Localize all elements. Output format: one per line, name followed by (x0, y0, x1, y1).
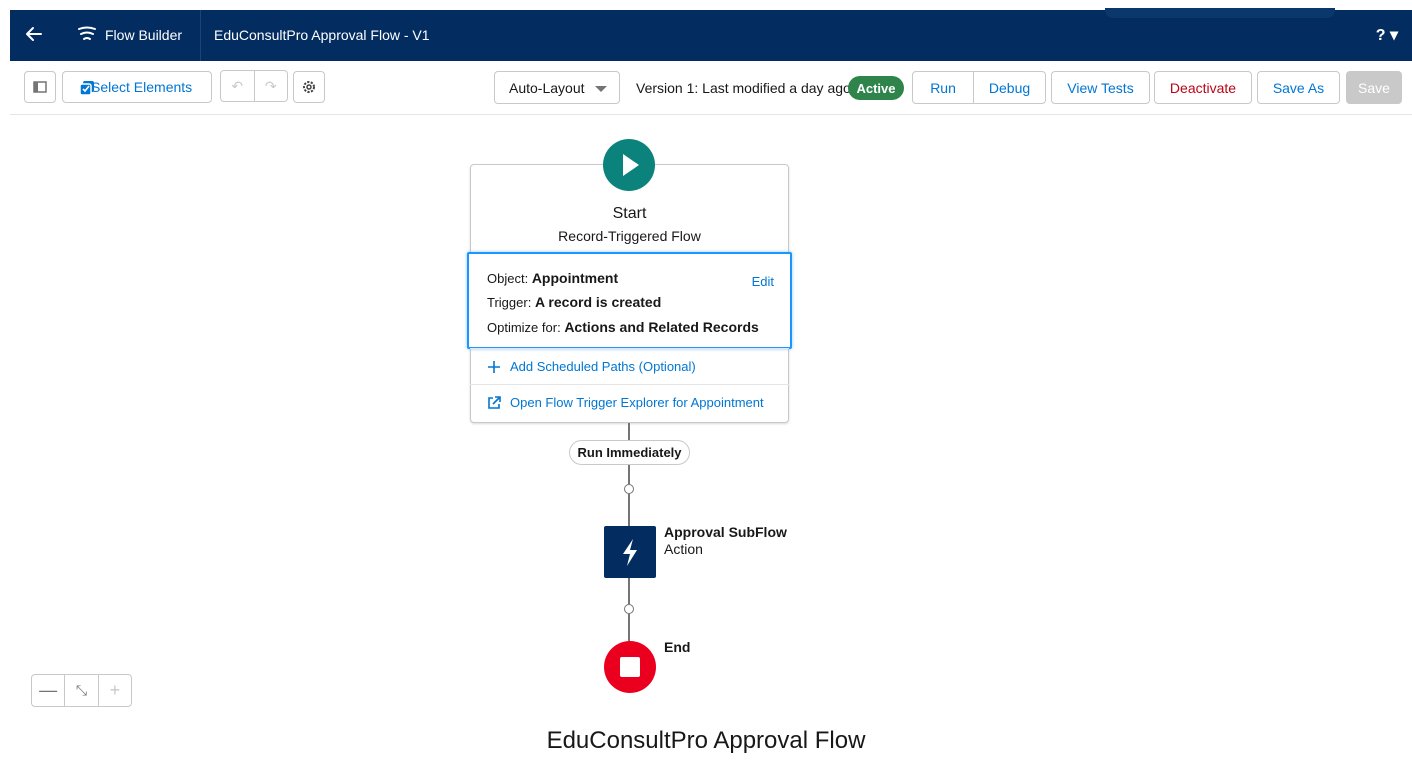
settings-button[interactable] (293, 71, 325, 103)
add-scheduled-label: Add Scheduled Paths (Optional) (510, 359, 696, 374)
external-link-icon (488, 396, 501, 409)
header-divider (200, 10, 201, 61)
toggle-panel-button[interactable] (24, 71, 56, 103)
trigger-value: A record is created (534, 294, 662, 310)
open-trigger-explorer-link[interactable]: Open Flow Trigger Explorer for Appointme… (470, 384, 789, 420)
trigger-label: Trigger: (487, 295, 532, 310)
optimize-label: Optimize for: (487, 320, 561, 335)
action-node-icon[interactable] (604, 526, 656, 578)
connector-line (628, 423, 630, 440)
help-menu-button[interactable]: ? ▾ (1376, 25, 1398, 45)
layout-select[interactable]: Auto-Layout (494, 71, 620, 104)
connector-line (628, 578, 630, 604)
app-header: Flow Builder EduConsultPro Approval Flow… (10, 8, 1412, 61)
open-explorer-label: Open Flow Trigger Explorer for Appointme… (510, 395, 764, 410)
save-button: Save (1346, 71, 1402, 104)
add-scheduled-paths-link[interactable]: Add Scheduled Paths (Optional) (470, 348, 789, 384)
zoom-out-button[interactable]: — (32, 675, 66, 706)
connector-line (628, 494, 630, 526)
end-node-title: End (664, 639, 691, 655)
search-bar[interactable] (1105, 8, 1335, 18)
redo-icon[interactable]: ↷ (255, 71, 288, 101)
version-info: Version 1: Last modified a day ago (636, 80, 851, 96)
end-node-icon (604, 641, 656, 693)
panel-icon (33, 81, 47, 93)
run-immediately-label[interactable]: Run Immediately (569, 440, 690, 465)
zoom-in-button[interactable]: + (99, 675, 131, 706)
deactivate-label: Deactivate (1169, 79, 1237, 96)
save-as-label: Save As (1272, 79, 1325, 96)
connector-line (628, 614, 630, 641)
select-icon (79, 81, 94, 96)
optimize-value: Actions and Related Records (564, 319, 759, 335)
edit-link[interactable]: Edit (752, 274, 774, 289)
connector-line (628, 465, 630, 484)
toolbar: Select Elements ↶ ↷ Auto-Layout Version … (10, 61, 1412, 115)
status-badge: Active (848, 76, 904, 100)
view-tests-button[interactable]: View Tests (1051, 71, 1150, 104)
flow-canvas[interactable]: Start Record-Triggered Flow Object: Appo… (0, 116, 1412, 716)
play-icon (623, 154, 639, 176)
start-node-title: Start (612, 205, 647, 222)
fit-view-button[interactable]: ⤡ (65, 675, 99, 706)
trigger-row: Trigger: A record is created (487, 294, 661, 310)
add-element-dot[interactable] (624, 604, 634, 614)
start-node-icon[interactable] (603, 139, 655, 191)
stop-icon (620, 657, 640, 677)
object-row: Object: Appointment (487, 270, 618, 286)
app-name: Flow Builder (105, 27, 183, 43)
save-as-button[interactable]: Save As (1257, 71, 1340, 104)
flow-icon (78, 26, 96, 40)
optimize-row: Optimize for: Actions and Related Record… (487, 319, 759, 335)
plus-icon (488, 361, 500, 373)
debug-button[interactable]: Debug (974, 72, 1045, 103)
chevron-down-icon (595, 86, 607, 92)
run-debug-group: Run Debug (912, 71, 1046, 104)
deactivate-button[interactable]: Deactivate (1154, 71, 1252, 104)
view-tests-label: View Tests (1067, 79, 1134, 96)
start-node-subtitle: Record-Triggered Flow (558, 228, 701, 244)
gear-icon (303, 81, 315, 93)
layout-select-value: Auto-Layout (509, 79, 585, 96)
action-node-title[interactable]: Approval SubFlow (664, 524, 787, 540)
trigger-details-panel[interactable]: Object: Appointment Edit Trigger: A reco… (467, 252, 792, 349)
undo-icon[interactable]: ↶ (221, 71, 255, 101)
select-elements-button[interactable]: Select Elements (62, 71, 212, 103)
zoom-controls: — ⤡ + (31, 674, 132, 707)
add-element-dot[interactable] (624, 484, 634, 494)
flow-title: EduConsultPro Approval Flow - V1 (214, 27, 430, 43)
undo-redo-group: ↶ ↷ (220, 70, 288, 102)
select-elements-label: Select Elements (91, 79, 193, 95)
lightning-icon (623, 539, 637, 566)
object-label: Object: (487, 271, 529, 286)
object-value: Appointment (531, 270, 619, 286)
action-node-type: Action (664, 541, 703, 557)
run-button[interactable]: Run (913, 72, 975, 103)
figure-caption: EduConsultPro Approval Flow (546, 727, 866, 754)
arrow-left-icon[interactable] (24, 24, 44, 44)
